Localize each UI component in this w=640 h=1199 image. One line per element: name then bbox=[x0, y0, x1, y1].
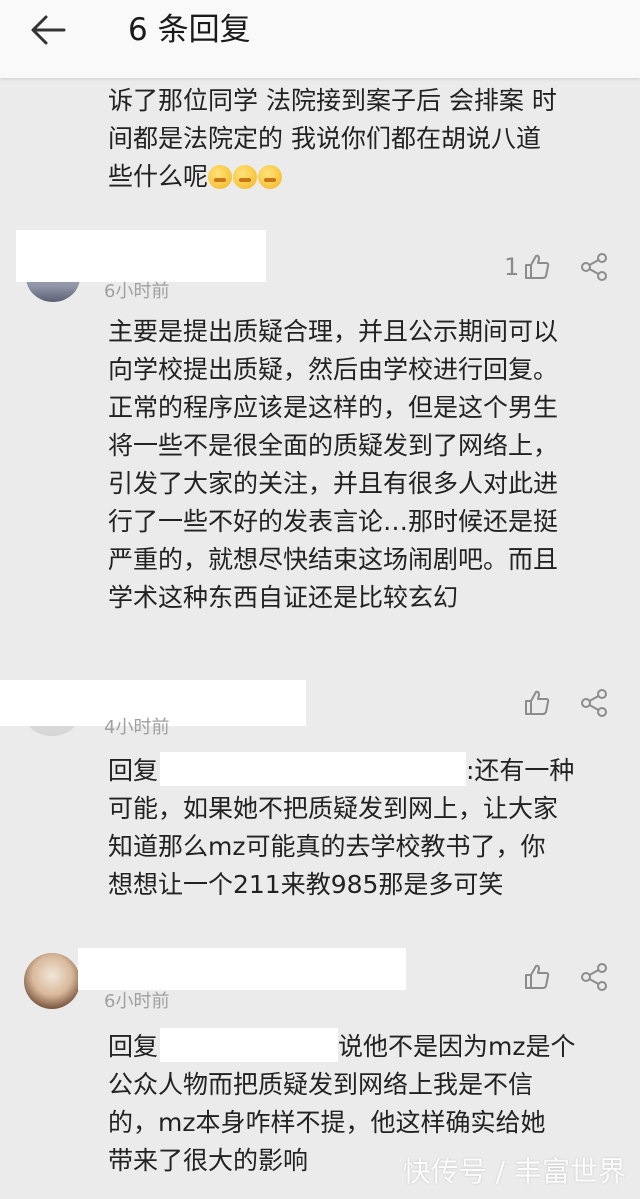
emoji-icon bbox=[233, 165, 258, 189]
reply-target-redacted bbox=[160, 752, 466, 786]
comment-text: 诉了那位同学 法院接到案子后 会排案 时 间都是法院定的 我说你们都在胡说八道 … bbox=[108, 82, 616, 196]
comment-line: 向学校提出质疑，然后由学校进行回复。 bbox=[108, 355, 559, 384]
avatar[interactable] bbox=[24, 953, 80, 1009]
thumbs-up-icon bbox=[525, 964, 550, 989]
share-button[interactable] bbox=[580, 252, 610, 282]
comment-line: 引发了大家的关注，并且有很多人对此进 bbox=[108, 469, 559, 498]
reply-label: 回复 bbox=[108, 1032, 159, 1061]
reply-label: 回复 bbox=[108, 756, 159, 785]
comment-line: 正常的程序应该是这样的，但是这个男生 bbox=[108, 393, 559, 422]
comment-text: 回复:还有一种 可能，如果她不把质疑发到网上，让大家 知道那么mz可能真的去学校… bbox=[108, 752, 616, 904]
comment-line: 想想让一个211来教985那是多可笑 bbox=[108, 870, 504, 899]
comment-time: 4小时前 bbox=[104, 717, 170, 738]
share-button[interactable] bbox=[580, 688, 610, 718]
comment-line: 诉了那位同学 法院接到案子后 会排案 时 bbox=[108, 86, 557, 115]
watermark: 快传号 / 丰富世界 bbox=[402, 1155, 626, 1188]
reply-target-redacted bbox=[160, 1028, 338, 1062]
comment-line: 学术这种东西自证还是比较玄幻 bbox=[108, 583, 459, 612]
emoji-icon bbox=[258, 165, 283, 189]
comment-line: 可能，如果她不把质疑发到网上，让大家 bbox=[108, 794, 559, 823]
page-title: 6 条回复 bbox=[128, 12, 251, 48]
comment-line: 将一些不是很全面的质疑发到了网络上， bbox=[108, 431, 559, 460]
like-button[interactable] bbox=[522, 960, 556, 1000]
back-arrow-icon bbox=[31, 15, 66, 45]
username-redacted bbox=[16, 230, 266, 282]
comment-line: 间都是法院定的 我说你们都在胡说八道 bbox=[108, 124, 541, 153]
share-icon bbox=[581, 963, 607, 991]
comment-line: 回复 说他不是因为mz是个 bbox=[108, 1028, 616, 1066]
comment-line: 回复:还有一种 bbox=[108, 752, 616, 790]
comment-time: 6小时前 bbox=[104, 281, 170, 302]
comment-line: 行了一些不好的发表言论…那时候还是挺 bbox=[108, 507, 559, 536]
emoji-icon bbox=[208, 165, 233, 189]
comment-line: 些什么呢 bbox=[108, 158, 616, 196]
thumbs-up-icon bbox=[525, 690, 550, 715]
top-bar: 6 条回复 bbox=[0, 0, 640, 78]
comment-line: 知道那么mz可能真的去学校教书了，你 bbox=[108, 832, 546, 861]
share-icon bbox=[581, 253, 607, 281]
comment-time: 6小时前 bbox=[104, 991, 170, 1012]
share-button[interactable] bbox=[580, 962, 610, 992]
share-icon bbox=[581, 689, 607, 717]
like-button[interactable]: 1 bbox=[504, 248, 554, 288]
back-button[interactable] bbox=[26, 10, 74, 50]
username-redacted bbox=[78, 948, 406, 990]
thumbs-up-icon bbox=[525, 254, 550, 279]
comment-line: 公众人物而把质疑发到网络上我是不信 bbox=[108, 1070, 534, 1099]
comment-line: 的，mz本身咋样不提，他这样确实给她 bbox=[108, 1108, 546, 1137]
comment-text: 主要是提出质疑合理，并且公示期间可以 向学校提出质疑，然后由学校进行回复。 正常… bbox=[108, 313, 616, 617]
like-button[interactable] bbox=[522, 686, 556, 726]
like-count: 1 bbox=[504, 253, 520, 281]
comment-line: 严重的，就想尽快结束这场闹剧吧。而且 bbox=[108, 545, 559, 574]
comment-line: 主要是提出质疑合理，并且公示期间可以 bbox=[108, 317, 559, 346]
